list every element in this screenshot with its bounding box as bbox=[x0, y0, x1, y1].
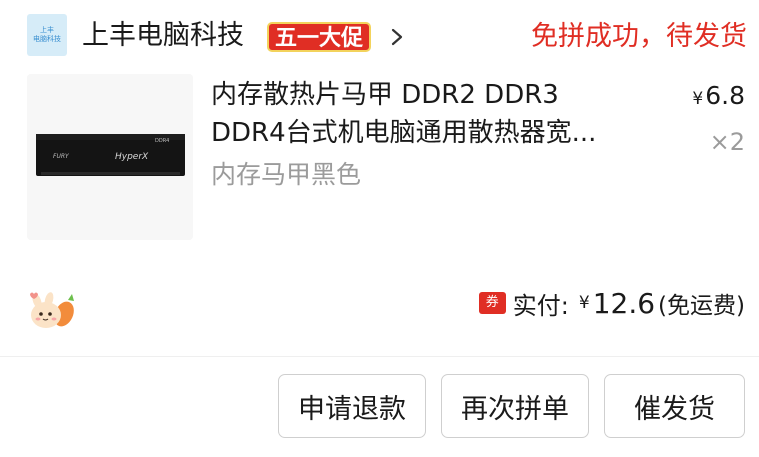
product-title-line2: DDR4台式机电脑通用散热器宽... bbox=[211, 118, 597, 148]
product-spec: 内存马甲黑色 bbox=[211, 160, 362, 189]
reorder-button[interactable]: 再次拼单 bbox=[441, 374, 589, 438]
promo-badge: 五一大促 bbox=[267, 22, 372, 52]
total-currency: ¥ bbox=[578, 293, 590, 313]
product-image[interactable]: FURY HyperX DDR4 bbox=[27, 74, 193, 240]
price-currency: ¥ bbox=[692, 89, 704, 109]
shop-logo-line2: 电脑科技 bbox=[33, 35, 61, 43]
order-status: 免拼成功，待发货 bbox=[531, 21, 747, 52]
unit-price: ¥6.8 bbox=[692, 80, 745, 115]
divider bbox=[0, 356, 759, 357]
shop-header[interactable]: 上丰 电脑科技 上丰电脑科技 五一大促 免拼成功，待发货 bbox=[27, 14, 747, 58]
image-brand-text: FURY bbox=[53, 153, 70, 160]
shipping-note: (免运费) bbox=[658, 293, 745, 319]
payment-summary: 券 实付: ¥ 12.6 (免运费) bbox=[478, 286, 745, 320]
coupon-icon: 券 bbox=[478, 292, 506, 314]
image-logo-text: HyperX bbox=[115, 152, 149, 162]
request-refund-button[interactable]: 申请退款 bbox=[278, 374, 426, 438]
ram-module-image: FURY HyperX DDR4 bbox=[27, 74, 193, 240]
price-value: 6.8 bbox=[705, 81, 745, 110]
shop-name[interactable]: 上丰电脑科技 bbox=[82, 19, 244, 53]
shop-logo[interactable]: 上丰 电脑科技 bbox=[27, 14, 67, 56]
chevron-right-icon[interactable] bbox=[387, 26, 407, 48]
quantity: ×2 bbox=[709, 128, 745, 156]
mascot-icon[interactable] bbox=[24, 288, 78, 332]
urge-shipping-button[interactable]: 催发货 bbox=[604, 374, 745, 438]
total-amount: 12.6 bbox=[592, 286, 656, 320]
paid-label: 实付: bbox=[512, 291, 569, 320]
shop-logo-line1: 上丰 bbox=[40, 26, 54, 34]
product-title-line1: 内存散热片马甲 DDR2 DDR3 bbox=[211, 80, 559, 110]
product-title[interactable]: 内存散热片马甲 DDR2 DDR3 DDR4台式机电脑通用散热器宽... bbox=[211, 76, 641, 152]
image-type-text: DDR4 bbox=[155, 138, 169, 144]
